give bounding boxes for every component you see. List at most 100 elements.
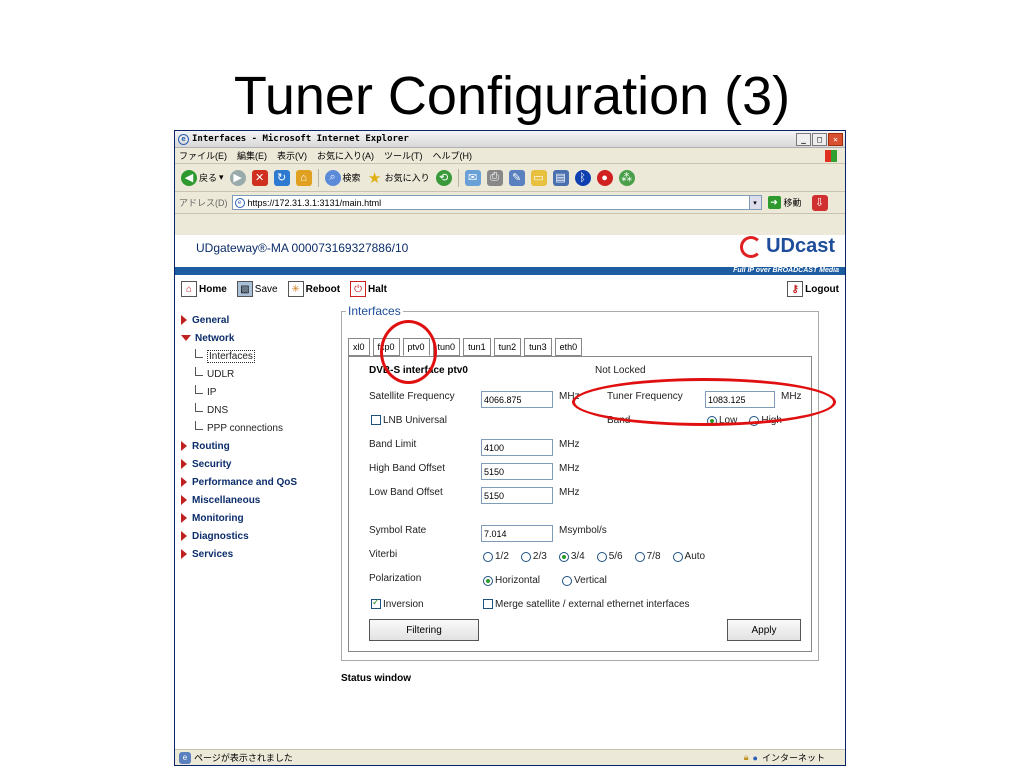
maximize-button[interactable]: □ xyxy=(812,132,827,146)
tab-tun3[interactable]: tun3 xyxy=(524,338,552,356)
tree-line xyxy=(195,385,203,394)
sidebar-item-miscellaneous[interactable]: Miscellaneous xyxy=(181,491,341,509)
save-button[interactable]: ▧ Save xyxy=(236,281,278,297)
home-icon[interactable]: ⌂ xyxy=(295,169,312,186)
favorites-button[interactable]: ★ お気に入り xyxy=(367,169,430,187)
search-button[interactable]: ⌕ 検索 xyxy=(324,169,361,186)
viterbi-5-6-radio[interactable]: 5/6 xyxy=(596,551,623,562)
menu-file[interactable]: ファイル(E) xyxy=(179,149,227,162)
edit-icon[interactable]: ✎ xyxy=(508,169,525,186)
inversion-checkbox[interactable]: Inversion xyxy=(371,597,424,610)
menu-view[interactable]: 表示(V) xyxy=(277,149,307,162)
satellite-frequency-input[interactable]: 4066.875 xyxy=(481,391,553,408)
sidebar-item-ppp[interactable]: PPP connections xyxy=(181,419,341,437)
favorites-label: お気に入り xyxy=(384,173,430,183)
expand-arrow-icon xyxy=(181,513,187,523)
tab-xl0[interactable]: xl0 xyxy=(348,338,370,356)
stop-icon[interactable]: ✕ xyxy=(251,169,268,186)
sidebar-item-ip[interactable]: IP xyxy=(181,383,341,401)
close-button[interactable]: ✕ xyxy=(828,132,843,146)
toolbar-separator xyxy=(317,168,319,187)
viterbi-2-3-radio[interactable]: 2/3 xyxy=(520,551,547,562)
viterbi-7-8-radio[interactable]: 7/8 xyxy=(634,551,661,562)
address-dropdown-icon[interactable]: ▾ xyxy=(748,196,761,209)
radio-dot xyxy=(558,551,569,562)
expand-arrow-icon xyxy=(181,459,187,469)
radio-dot xyxy=(596,551,607,562)
menu-tools[interactable]: ツール(T) xyxy=(384,149,423,162)
sidebar-item-performance[interactable]: Performance and QoS xyxy=(181,473,341,491)
logo-text: UDcast xyxy=(766,235,835,257)
udcast-header: UDgateway®-MA 000073169327886/10 UDcast xyxy=(175,235,845,267)
viterbi-3-4-radio[interactable]: 3/4 xyxy=(558,551,585,562)
go-button[interactable]: ➜ 移動 xyxy=(767,196,802,209)
address-label: アドレス(D) xyxy=(179,198,228,208)
action-bar: ⌂ Home ▧ Save ✳ Reboot ⏻ Halt ⚷ Logout xyxy=(181,279,839,299)
high-band-offset-unit: MHz xyxy=(559,463,580,474)
menu-favorites[interactable]: お気に入り(A) xyxy=(317,149,374,162)
menu-help[interactable]: ヘルプ(H) xyxy=(433,149,473,162)
forward-arrow-icon[interactable]: ▶ xyxy=(229,169,246,186)
menu-edit[interactable]: 編集(E) xyxy=(237,149,267,162)
sidebar-item-general[interactable]: General xyxy=(181,311,341,329)
polarization-horizontal-radio[interactable]: Horizontal xyxy=(483,575,540,586)
refresh-icon[interactable]: ↻ xyxy=(273,169,290,186)
status-text: ページが表示されました xyxy=(194,753,293,763)
tab-tun2[interactable]: tun2 xyxy=(493,338,522,356)
filtering-button[interactable]: Filtering xyxy=(369,619,479,641)
expand-arrow-icon xyxy=(181,531,187,541)
viterbi-auto-radio[interactable]: Auto xyxy=(672,551,705,562)
address-input[interactable]: e https://172.31.3.1:3131/main.html ▾ xyxy=(231,195,762,210)
band-limit-input[interactable]: 4100 xyxy=(481,439,553,456)
minimize-button[interactable]: _ xyxy=(796,132,811,146)
sidebar-item-services[interactable]: Services xyxy=(181,545,341,563)
sidebar-item-diagnostics[interactable]: Diagnostics xyxy=(181,527,341,545)
sidebar-item-network[interactable]: Network xyxy=(181,329,341,347)
back-button[interactable]: ◀ 戻る ▾ xyxy=(181,169,224,186)
tab-eth0[interactable]: eth0 xyxy=(554,338,583,356)
halt-button[interactable]: ⏻ Halt xyxy=(350,281,387,297)
folder-icon[interactable]: ▭ xyxy=(530,169,547,186)
merge-interfaces-checkbox[interactable]: Merge satellite / external ethernet inte… xyxy=(483,599,690,610)
checkbox-box xyxy=(371,597,381,610)
low-band-offset-input[interactable]: 5150 xyxy=(481,487,553,504)
msn-icon[interactable]: ⁂ xyxy=(618,169,635,186)
zone-text: インターネット xyxy=(761,753,825,763)
checkbox-box xyxy=(483,599,493,610)
sidebar-item-monitoring[interactable]: Monitoring xyxy=(181,509,341,527)
pdf-icon[interactable]: ⇩ xyxy=(811,194,828,211)
mail-icon[interactable]: ✉ xyxy=(464,169,481,186)
logout-button[interactable]: ⚷ Logout xyxy=(787,281,839,297)
tab-tun1[interactable]: tun1 xyxy=(463,338,491,356)
address-url: https://172.31.3.1:3131/main.html xyxy=(247,197,382,208)
low-band-offset-unit: MHz xyxy=(559,487,580,498)
home-button[interactable]: ⌂ Home xyxy=(181,281,227,297)
reboot-button[interactable]: ✳ Reboot xyxy=(287,281,340,297)
apply-button[interactable]: Apply xyxy=(727,619,801,641)
symbol-rate-input[interactable]: 7.014 xyxy=(481,525,553,542)
bluetooth-icon[interactable]: ᛒ xyxy=(574,169,591,186)
save-label: Save xyxy=(254,283,278,295)
polarization-vertical-radio[interactable]: Vertical xyxy=(562,575,607,586)
sidebar-item-udlr[interactable]: UDLR xyxy=(181,365,341,383)
history-icon[interactable]: ⟲ xyxy=(435,169,452,186)
viterbi-option-label: 7/8 xyxy=(646,551,661,562)
messenger-icon[interactable]: ● xyxy=(596,169,613,186)
favorites-star-icon: ★ xyxy=(367,169,382,187)
band-limit-label: Band Limit xyxy=(369,439,417,450)
menu-bar: ファイル(E) 編集(E) 表示(V) お気に入り(A) ツール(T) ヘルプ(… xyxy=(175,148,845,164)
lock-status: Not Locked xyxy=(595,365,646,376)
sidebar-item-label: General xyxy=(192,314,230,326)
sidebar-item-label: UDLR xyxy=(207,368,235,380)
sidebar-item-interfaces[interactable]: Interfaces xyxy=(181,347,341,365)
polarization-radio-group: Horizontal Vertical xyxy=(483,575,607,586)
sidebar-item-security[interactable]: Security xyxy=(181,455,341,473)
viterbi-1-2-radio[interactable]: 1/2 xyxy=(483,551,509,562)
browser-statusbar: e ページが表示されました 🔒︎ ● インターネット xyxy=(175,749,845,765)
lnb-universal-checkbox[interactable]: LNB Universal xyxy=(371,415,447,426)
research-icon[interactable]: ▤ xyxy=(552,169,569,186)
high-band-offset-input[interactable]: 5150 xyxy=(481,463,553,480)
sidebar-item-dns[interactable]: DNS xyxy=(181,401,341,419)
sidebar-item-routing[interactable]: Routing xyxy=(181,437,341,455)
print-icon[interactable]: ⎙ xyxy=(486,169,503,186)
